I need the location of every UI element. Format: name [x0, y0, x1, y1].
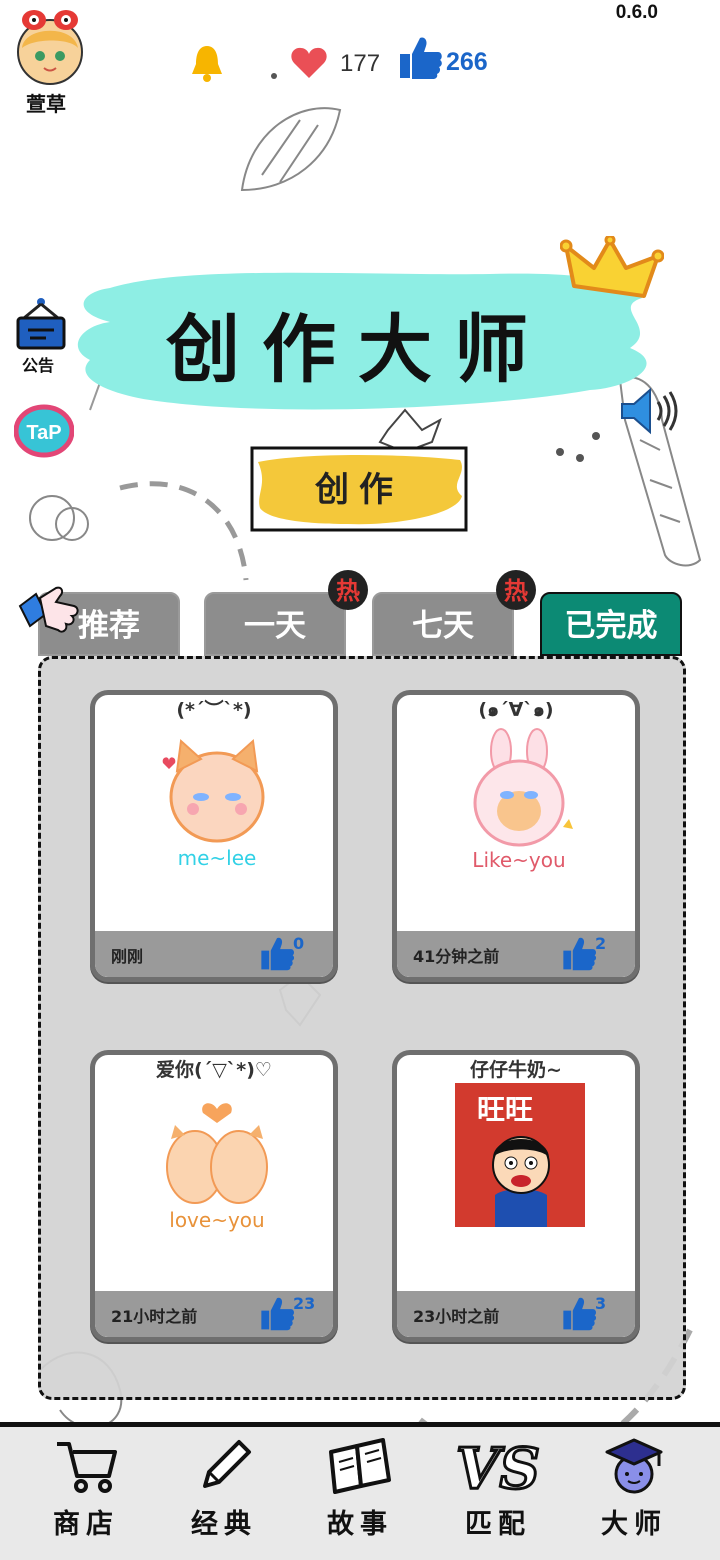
card-title: (*´︶`*)	[176, 699, 252, 721]
card-image: me~lee	[162, 738, 265, 870]
pencil-icon	[203, 1440, 251, 1488]
version-label: 0.6.0	[615, 2, 658, 23]
card-image-caption: 旺旺	[477, 1093, 533, 1126]
tab-completed[interactable]: 已完成	[540, 592, 682, 656]
card-time: 41分钟之前	[413, 947, 500, 966]
card-image-caption: me~lee	[178, 846, 257, 870]
card-title: 爱你(´▽`*)♡	[156, 1059, 272, 1081]
card-title: 仔仔牛奶~	[470, 1059, 562, 1081]
user-avatar[interactable]	[14, 8, 86, 86]
crown-icon	[560, 236, 664, 298]
work-card[interactable]: 仔仔牛奶~ 旺旺 23小时之前 3	[392, 1050, 640, 1342]
heart-icon	[291, 47, 327, 78]
card-image-caption: Like~you	[472, 848, 565, 872]
card-title: (๑´∀`๑)	[478, 699, 554, 721]
thumbs-up-icon[interactable]	[561, 1295, 597, 1331]
card-likes: 23	[293, 1294, 316, 1313]
notice-board-icon[interactable]	[16, 296, 66, 350]
nav-item-classic[interactable]: 经典	[164, 1430, 284, 1558]
nav-label: 故事	[327, 1509, 393, 1540]
thumbs-up-icon[interactable]	[561, 935, 597, 971]
hearts-count: 177	[340, 50, 381, 77]
card-image: 旺旺	[455, 1083, 585, 1227]
nav-label: 匹配	[465, 1509, 531, 1540]
tab-one-day[interactable]: 一天	[204, 592, 346, 656]
hot-badge-text: 热	[504, 577, 528, 605]
card-image-caption: love~you	[169, 1208, 264, 1232]
fire-icon: 热	[328, 570, 368, 610]
create-button-label: 创作	[315, 470, 403, 510]
work-card[interactable]: 爱你(´▽`*)♡ love~you 21小时之前 23	[90, 1050, 338, 1342]
pointing-thumb-icon	[18, 586, 79, 633]
thumbs-up-icon[interactable]	[259, 935, 295, 971]
card-likes: 3	[595, 1294, 607, 1313]
svg-text:VS: VS	[456, 1436, 540, 1496]
nav-item-shop[interactable]: 商店	[26, 1430, 146, 1558]
svg-text:TaP: TaP	[26, 422, 61, 444]
likes-count: 266	[446, 48, 488, 76]
nav-item-master[interactable]: 大师	[574, 1430, 694, 1558]
card-image: love~you	[166, 1103, 268, 1232]
work-card[interactable]: (*´︶`*) me~lee 刚刚 0	[90, 690, 338, 982]
nav-label: 商店	[53, 1509, 119, 1540]
speaker-icon[interactable]	[618, 386, 682, 436]
hot-badge: 热	[494, 568, 538, 612]
username: 萱草	[26, 92, 66, 116]
tap-logo-icon[interactable]: TaP	[14, 404, 74, 458]
hot-badge: 热	[326, 568, 370, 612]
hot-badge-text: 热	[336, 577, 360, 605]
nav-item-match[interactable]: VS 匹配	[438, 1430, 558, 1558]
nav-label: 大师	[601, 1509, 667, 1540]
card-time: 23小时之前	[413, 1307, 500, 1326]
work-card[interactable]: (๑´∀`๑) Like~you 41分钟之前 2	[392, 690, 640, 982]
thumbs-up-icon[interactable]	[259, 1295, 295, 1331]
graduate-icon	[605, 1438, 663, 1494]
card-likes: 2	[595, 934, 607, 953]
card-likes: 0	[293, 934, 305, 953]
bell-icon[interactable]	[190, 42, 224, 84]
fire-icon: 热	[496, 570, 536, 610]
tab-seven-days[interactable]: 七天	[372, 592, 514, 656]
notice-label: 公告	[22, 356, 55, 375]
nav-label: 经典	[191, 1509, 257, 1540]
nav-item-story[interactable]: 故事	[300, 1430, 420, 1558]
thumbs-up-icon	[400, 37, 442, 79]
page-title: 创作大师	[166, 307, 550, 393]
cart-icon	[57, 1442, 117, 1493]
vs-icon: VS	[456, 1436, 540, 1496]
card-time: 21小时之前	[111, 1307, 198, 1326]
card-image: Like~you	[472, 728, 573, 872]
card-time: 刚刚	[111, 947, 144, 966]
book-icon	[329, 1438, 391, 1494]
